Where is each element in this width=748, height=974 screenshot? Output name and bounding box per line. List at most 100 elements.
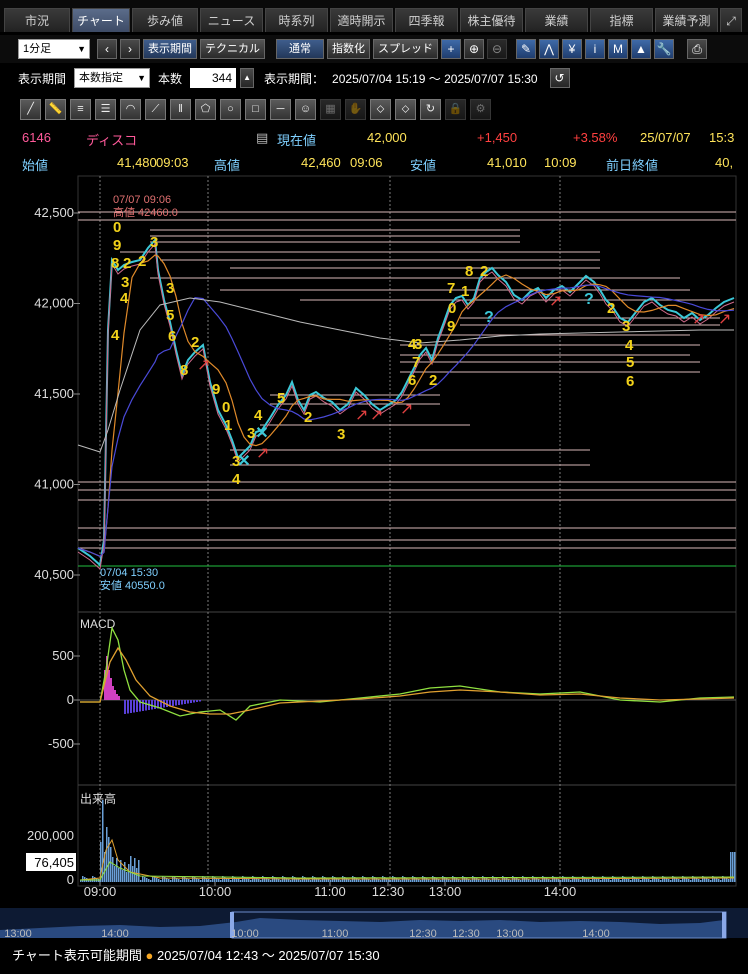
td-count: 2 xyxy=(607,300,615,317)
volume-bar xyxy=(380,880,382,882)
signal-arrow: ↗ xyxy=(692,311,705,328)
volume-bar xyxy=(620,880,622,882)
volume-bar xyxy=(640,880,642,882)
volume-bar xyxy=(142,876,144,882)
td-count: 4 xyxy=(625,337,634,354)
macd-hist-bar xyxy=(196,700,198,702)
td-count: 2 xyxy=(138,253,146,270)
volume-bar xyxy=(410,880,412,882)
volume-bar xyxy=(530,880,532,882)
chart-area[interactable]: 42,50042,00041,50041,00040,500098 2344233… xyxy=(0,0,748,940)
volume-bar xyxy=(716,878,718,882)
volume-bar xyxy=(278,879,280,882)
volume-bar xyxy=(124,862,126,882)
volume-bar xyxy=(490,880,492,882)
volume-bar xyxy=(630,880,632,882)
volume-bar xyxy=(268,879,270,882)
volume-ma-line xyxy=(79,838,735,881)
warning-icon: ● xyxy=(145,948,154,963)
volume-bar xyxy=(660,880,662,882)
volume-bar xyxy=(258,879,260,882)
volume-bar xyxy=(500,880,502,882)
macd-hist-bar xyxy=(136,700,138,712)
volume-bar xyxy=(144,877,146,882)
macd-hist-bar xyxy=(142,700,144,711)
volume-bar xyxy=(290,880,292,882)
volume-bar xyxy=(214,877,216,882)
td-count: 4 xyxy=(111,327,120,344)
macd-hist-bar xyxy=(108,670,110,700)
navigator-right-handle[interactable] xyxy=(722,912,726,938)
volume-bar xyxy=(234,877,236,882)
volume-bar xyxy=(550,880,552,882)
volume-bar xyxy=(560,880,562,882)
td-count: 4 xyxy=(232,471,241,488)
volume-bar xyxy=(146,878,148,882)
price-tick-label: 41,000 xyxy=(34,477,74,492)
volume-bar xyxy=(250,880,252,882)
td-count: 5 xyxy=(166,307,174,324)
td-count: 0 xyxy=(448,300,456,317)
volume-bar xyxy=(190,880,192,882)
volume-bar xyxy=(370,880,372,882)
volume-bar xyxy=(450,880,452,882)
td-count: 8 xyxy=(180,362,188,379)
volume-bar xyxy=(132,866,134,882)
volume-bar xyxy=(540,880,542,882)
volume-bar xyxy=(118,868,120,882)
macd-hist-bar xyxy=(193,700,195,703)
signal-arrow: ↗ xyxy=(256,445,269,462)
td-count: 3 xyxy=(247,425,255,442)
volume-bar xyxy=(200,880,202,882)
td-count: 9 xyxy=(447,318,455,335)
high-annotation-value: 高値 42460.0 xyxy=(113,205,178,219)
navigator-tick-label: 13:00 xyxy=(496,928,524,940)
volume-bar xyxy=(178,879,180,882)
volume-bar xyxy=(148,879,150,882)
volume-bar xyxy=(320,880,322,882)
volume-bar xyxy=(114,866,116,882)
volume-bar xyxy=(162,876,164,882)
signal-arrow: ↗ xyxy=(718,311,731,328)
volume-bar xyxy=(470,880,472,882)
volume-bar xyxy=(568,879,570,882)
macd-hist-bar xyxy=(190,700,192,703)
volume-bar xyxy=(170,880,172,882)
volume-bar xyxy=(310,880,312,882)
navigator-tick-label: 13:00 xyxy=(4,928,32,940)
volume-bar xyxy=(634,877,636,882)
volume-bar xyxy=(670,880,672,882)
volume-bar xyxy=(580,880,582,882)
td-count: 9 xyxy=(212,381,220,398)
volume-bar xyxy=(160,880,162,882)
signal-arrow: ↗ xyxy=(549,293,562,310)
volume-bar xyxy=(728,879,730,882)
volume-bar xyxy=(340,880,342,882)
macd-hist-bar xyxy=(110,678,112,700)
volume-bar xyxy=(654,877,656,882)
td-count: 6 xyxy=(626,373,634,390)
td-count: 5 xyxy=(626,354,634,371)
td-count: 3 xyxy=(414,336,422,353)
td-count: 4 xyxy=(254,407,263,424)
macd-hist-bar xyxy=(181,700,183,705)
volume-bar xyxy=(112,857,114,882)
time-tick-label: 10:00 xyxy=(199,884,232,899)
macd-hist-bar xyxy=(124,700,126,714)
signal-arrow: ↗ xyxy=(400,401,413,418)
macd-hist-bar xyxy=(199,700,201,702)
price-tick-label: 41,500 xyxy=(34,386,74,401)
volume-tick-label: 0 xyxy=(67,872,74,887)
volume-bar xyxy=(644,877,646,882)
macd-hist-bar xyxy=(130,700,132,713)
macd-tick-label: 0 xyxy=(67,692,74,707)
macd-hist-bar xyxy=(127,700,129,714)
volume-bar xyxy=(726,878,728,882)
volume-bar xyxy=(230,880,232,882)
td-count: 8 xyxy=(111,255,119,272)
macd-hist-bar xyxy=(175,700,177,706)
volume-bar xyxy=(122,870,124,882)
macd-tick-label: 500 xyxy=(52,648,74,663)
volume-bar xyxy=(280,880,282,882)
volume-bar xyxy=(330,880,332,882)
